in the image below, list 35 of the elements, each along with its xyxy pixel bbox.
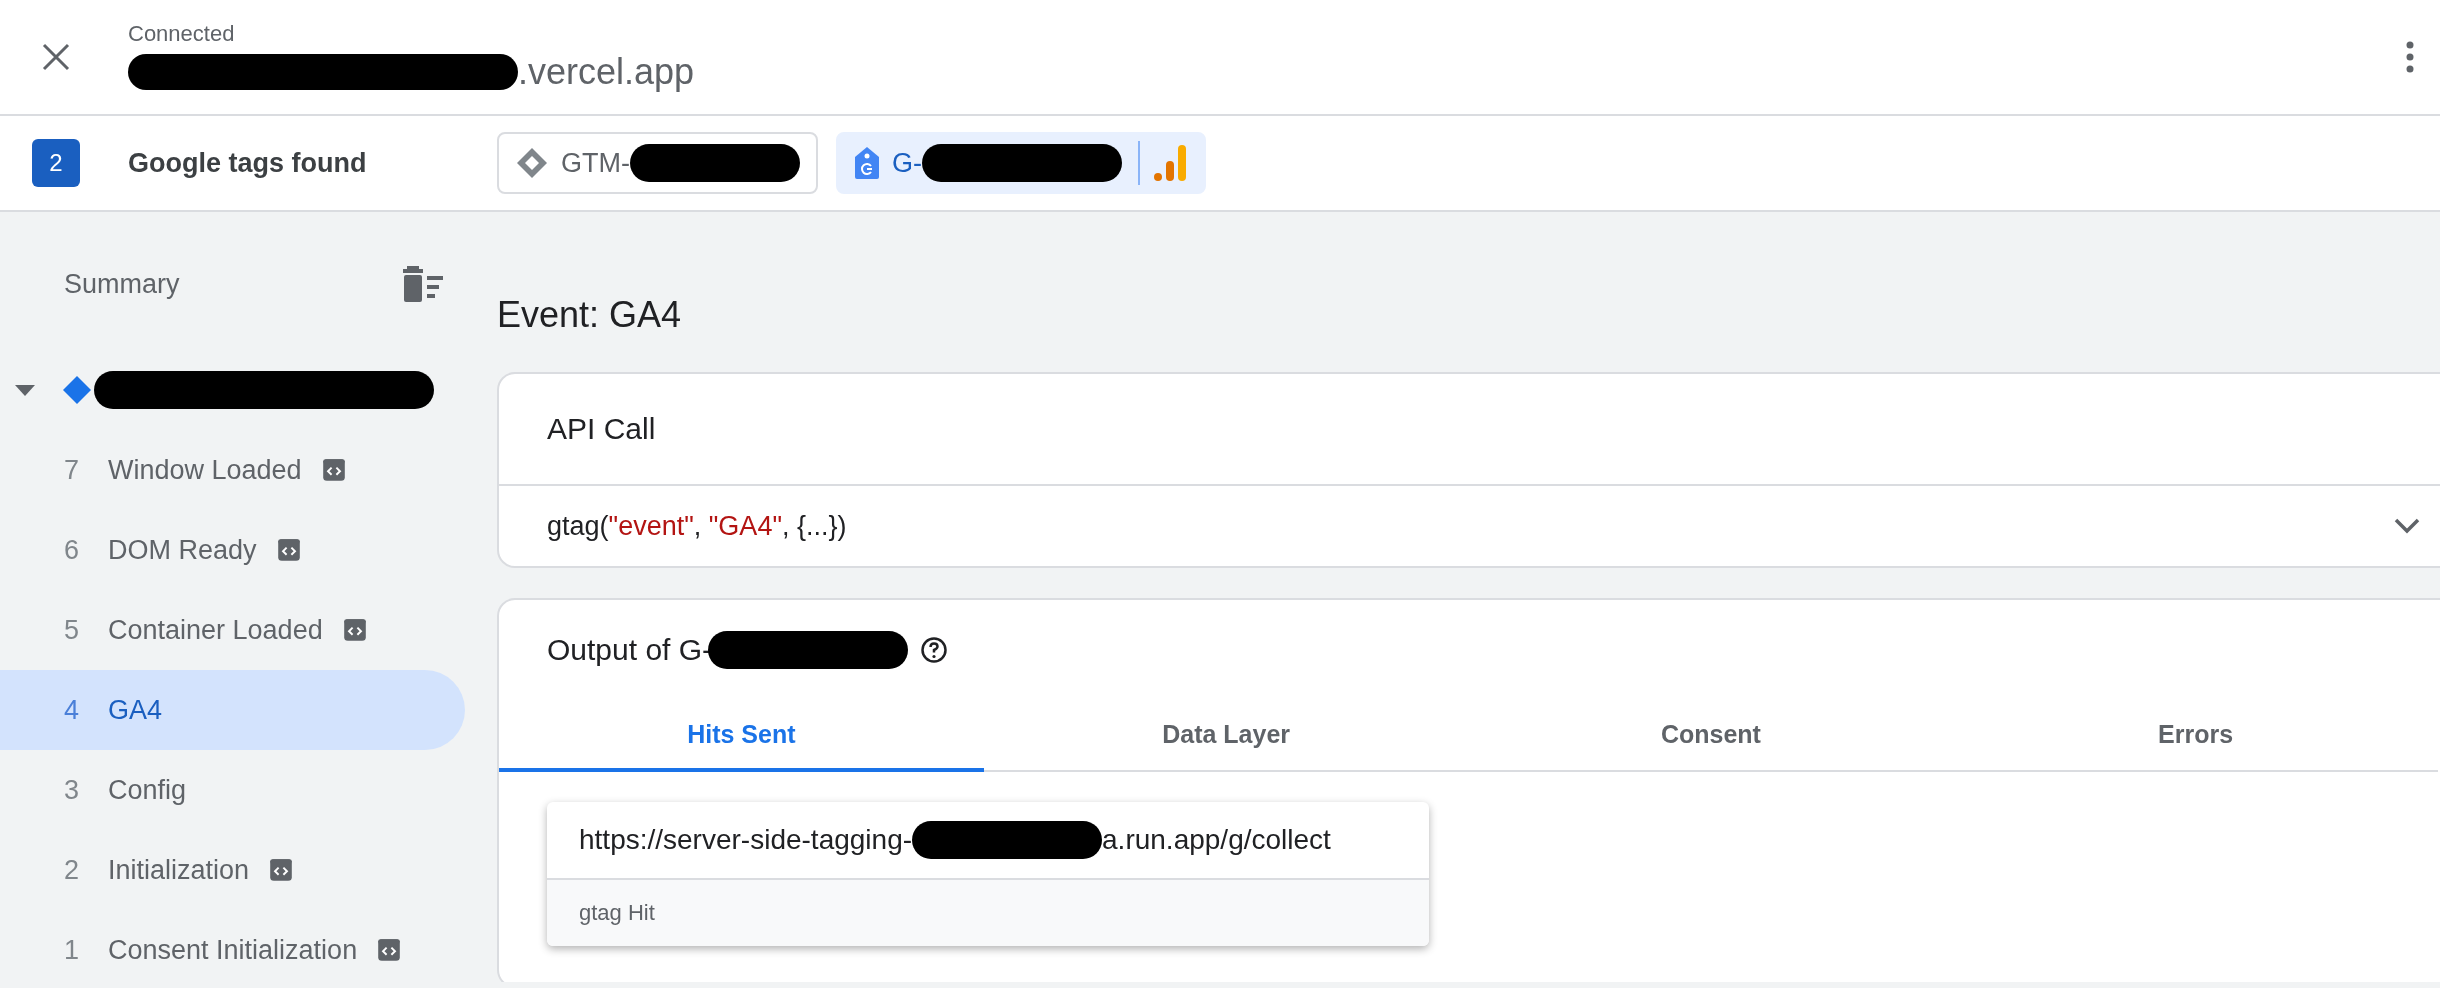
event-list-item[interactable]: 7 Window Loaded [0, 430, 465, 510]
caret-icon[interactable] [14, 383, 36, 397]
api-call-code: gtag("event", "GA4", {...}) [547, 510, 847, 542]
output-tab[interactable]: Data Layer [983, 700, 1469, 772]
site-title: .vercel.app [518, 51, 695, 93]
close-icon[interactable] [41, 42, 71, 72]
diamond-logo-icon [515, 146, 549, 180]
help-icon[interactable] [920, 636, 949, 664]
card-title: API Call [547, 412, 656, 446]
summary-title: Summary [64, 268, 180, 300]
output-tab[interactable]: Errors [1953, 700, 2438, 772]
tag-chip[interactable]: G- [836, 132, 1206, 194]
hit-card[interactable]: https://server-side-tagging- a.run.app/g/collect gtag Hit [547, 802, 1429, 946]
hit-url: a.run.app/g/collect [1102, 824, 1331, 856]
event-list-item[interactable]: 3 Config [0, 750, 465, 830]
event-list-item[interactable]: 5 Container Loaded [0, 590, 465, 670]
hit-type: gtag Hit [579, 900, 655, 926]
clear-list-icon[interactable] [401, 264, 445, 304]
event-list-item[interactable]: 4 GA4 [0, 670, 465, 750]
tag-chip[interactable]: GTM- [497, 132, 818, 194]
chevron-icon[interactable] [2392, 516, 2422, 536]
event-list-item[interactable]: 1 Consent Initialization [0, 910, 465, 988]
connection-status: Connected [128, 21, 236, 47]
event-list-item[interactable]: 6 DOM Ready [0, 510, 465, 590]
output-tab[interactable]: Hits Sent [499, 700, 984, 772]
output-title: Output of G- [547, 633, 713, 667]
diamond-icon [62, 375, 92, 405]
bar-chart-icon [1152, 143, 1188, 183]
event-list-item[interactable]: 2 Initialization [0, 830, 465, 910]
output-tab[interactable]: Consent [1468, 700, 1954, 772]
count-badge: 2 [32, 139, 80, 187]
hit-url: https://server-side-tagging- [579, 824, 913, 856]
event-title: Event: GA4 [497, 294, 683, 336]
tag-icon [854, 146, 880, 180]
tags-found-label: Google tags found [128, 147, 368, 179]
